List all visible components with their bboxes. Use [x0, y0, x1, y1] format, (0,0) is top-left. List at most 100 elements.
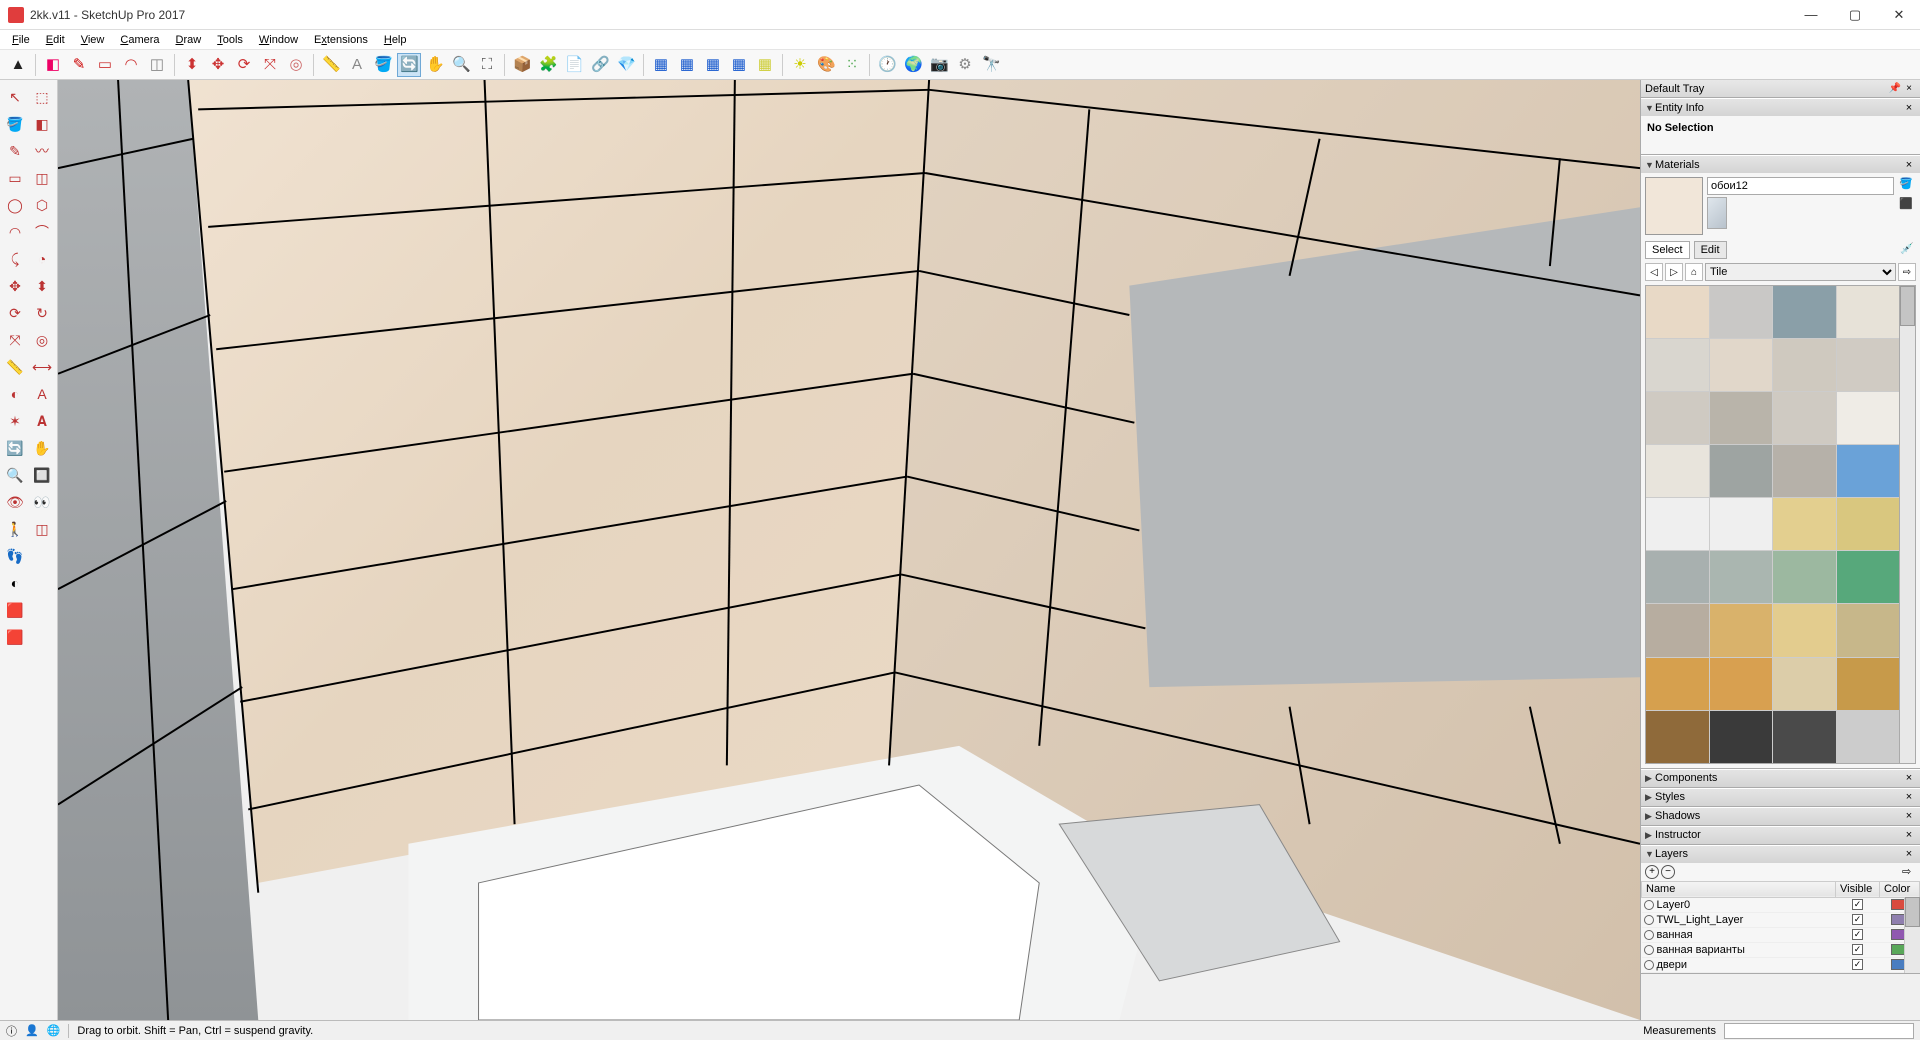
zoom-tool[interactable]: 🔍: [2, 462, 28, 488]
add-layer-button[interactable]: +: [1645, 865, 1659, 879]
col-visible[interactable]: Visible: [1836, 881, 1880, 897]
material-swatch[interactable]: [1837, 604, 1900, 656]
menu-draw[interactable]: Draw: [168, 32, 210, 48]
remove-layer-button[interactable]: −: [1661, 865, 1675, 879]
arc-tool[interactable]: ◠: [2, 219, 28, 245]
globe-icon[interactable]: 🌍: [901, 53, 925, 77]
menu-tools[interactable]: Tools: [209, 32, 251, 48]
ext-tool-2[interactable]: 🟥: [2, 624, 28, 650]
arc-tool[interactable]: ◠: [119, 53, 143, 77]
material-scrollbar[interactable]: [1900, 285, 1916, 764]
material-swatch[interactable]: [1773, 339, 1836, 391]
ext-tool-0[interactable]: ◐: [2, 570, 28, 596]
zoom-tool[interactable]: 🔍: [449, 53, 473, 77]
material-swatch[interactable]: [1646, 392, 1709, 444]
material-swatch[interactable]: [1646, 604, 1709, 656]
tape-tool[interactable]: 📏: [2, 354, 28, 380]
section-tool[interactable]: ◫: [29, 516, 55, 542]
material-swatch[interactable]: [1773, 286, 1836, 338]
material-swatch[interactable]: [1773, 392, 1836, 444]
arc3-tool[interactable]: ⤹: [2, 246, 28, 272]
camera-icon[interactable]: 📷: [927, 53, 951, 77]
material-swatch[interactable]: [1837, 339, 1900, 391]
panel-close-icon[interactable]: ×: [1902, 159, 1916, 171]
tray-close-icon[interactable]: ×: [1902, 82, 1916, 96]
share-icon[interactable]: 🔗: [588, 53, 612, 77]
rect-tool[interactable]: ▭: [2, 165, 28, 191]
eyedropper-icon[interactable]: 💉: [1900, 242, 1916, 258]
layer4-icon[interactable]: ▦: [727, 53, 751, 77]
warehouse-icon[interactable]: 📦: [510, 53, 534, 77]
material-name-input[interactable]: [1707, 177, 1894, 195]
panel-head-materials[interactable]: ▼ Materials ×: [1641, 155, 1920, 173]
menu-edit[interactable]: Edit: [38, 32, 73, 48]
move-tool[interactable]: ✥: [206, 53, 230, 77]
shapes-tool[interactable]: ◫: [145, 53, 169, 77]
pan-tool[interactable]: ✋: [423, 53, 447, 77]
layer2-icon[interactable]: ▦: [675, 53, 699, 77]
circle-tool[interactable]: ◯: [2, 192, 28, 218]
panel-close-icon[interactable]: ×: [1902, 810, 1916, 822]
ext-warehouse-icon[interactable]: 🧩: [536, 53, 560, 77]
col-name[interactable]: Name: [1642, 881, 1836, 897]
material-swatch[interactable]: [1773, 551, 1836, 603]
pushpull-tool[interactable]: ⬍: [29, 273, 55, 299]
material-swatch[interactable]: [1646, 711, 1709, 763]
close-button[interactable]: ✕: [1886, 5, 1912, 25]
panel-head-components[interactable]: ▶Components×: [1641, 769, 1920, 787]
material-swatch[interactable]: [1646, 445, 1709, 497]
material-swatch[interactable]: [1837, 658, 1900, 710]
freehand-tool[interactable]: 〰: [29, 138, 55, 164]
material-swatch[interactable]: [1837, 551, 1900, 603]
material-swatch[interactable]: [1773, 498, 1836, 550]
zoom-extents[interactable]: ⛶: [475, 53, 499, 77]
line-tool[interactable]: ✎: [67, 53, 91, 77]
material-swatch[interactable]: [1710, 711, 1773, 763]
material-secondary-swatch[interactable]: [1707, 197, 1727, 229]
layout-icon[interactable]: 📄: [562, 53, 586, 77]
material-swatch[interactable]: [1710, 551, 1773, 603]
sun-icon[interactable]: ☀: [788, 53, 812, 77]
text-tool[interactable]: A: [29, 381, 55, 407]
layers-scrollbar[interactable]: [1904, 897, 1920, 973]
arc2-tool[interactable]: ⌒: [29, 219, 55, 245]
ext-tool-1[interactable]: 🟥: [2, 597, 28, 623]
panel-close-icon[interactable]: ×: [1902, 102, 1916, 114]
scale-tool[interactable]: ⤧: [258, 53, 282, 77]
binoculars-icon[interactable]: 🔭: [979, 53, 1003, 77]
settings-icon[interactable]: ⚙: [953, 53, 977, 77]
zoomwin-tool[interactable]: 🔲: [29, 462, 55, 488]
material-swatch[interactable]: [1773, 604, 1836, 656]
create-material-icon[interactable]: ⬛: [1899, 197, 1915, 213]
material-swatch[interactable]: [1646, 498, 1709, 550]
bucket-icon[interactable]: 🪣: [1899, 177, 1915, 193]
panel-close-icon[interactable]: ×: [1902, 791, 1916, 803]
layer-row[interactable]: ванная✓: [1642, 927, 1920, 942]
material-swatch[interactable]: [1646, 551, 1709, 603]
user-icon[interactable]: 👤: [25, 1024, 39, 1037]
layer3-icon[interactable]: ▦: [701, 53, 725, 77]
select-tool[interactable]: ▲: [6, 53, 30, 77]
material-swatch[interactable]: [1646, 286, 1709, 338]
geo-icon[interactable]: 🌐: [47, 1024, 61, 1037]
material-swatch[interactable]: [1710, 392, 1773, 444]
followme-tool[interactable]: ↻: [29, 300, 55, 326]
library-menu-button[interactable]: ⇨: [1898, 263, 1916, 281]
paint-tool[interactable]: 🪣: [371, 53, 395, 77]
layer-row[interactable]: кладовка проем 2✓: [1642, 972, 1920, 973]
dimension-tool[interactable]: ⟷: [29, 354, 55, 380]
3dtext-tool[interactable]: 𝐀: [29, 408, 55, 434]
material-preview-swatch[interactable]: [1645, 177, 1703, 235]
move-tool[interactable]: ✥: [2, 273, 28, 299]
menu-window[interactable]: Window: [251, 32, 306, 48]
gem-icon[interactable]: 💎: [614, 53, 638, 77]
walk-tool[interactable]: 🚶: [2, 516, 28, 542]
rotrect-tool[interactable]: ◫: [29, 165, 55, 191]
rotate-tool[interactable]: ⟳: [232, 53, 256, 77]
axes-tool[interactable]: ✶: [2, 408, 28, 434]
menu-view[interactable]: View: [73, 32, 113, 48]
layer-row[interactable]: Layer0✓: [1642, 897, 1920, 912]
panel-head-styles[interactable]: ▶Styles×: [1641, 788, 1920, 806]
layer-row[interactable]: ванная варианты✓: [1642, 942, 1920, 957]
scale-tool[interactable]: ⤧: [2, 327, 28, 353]
